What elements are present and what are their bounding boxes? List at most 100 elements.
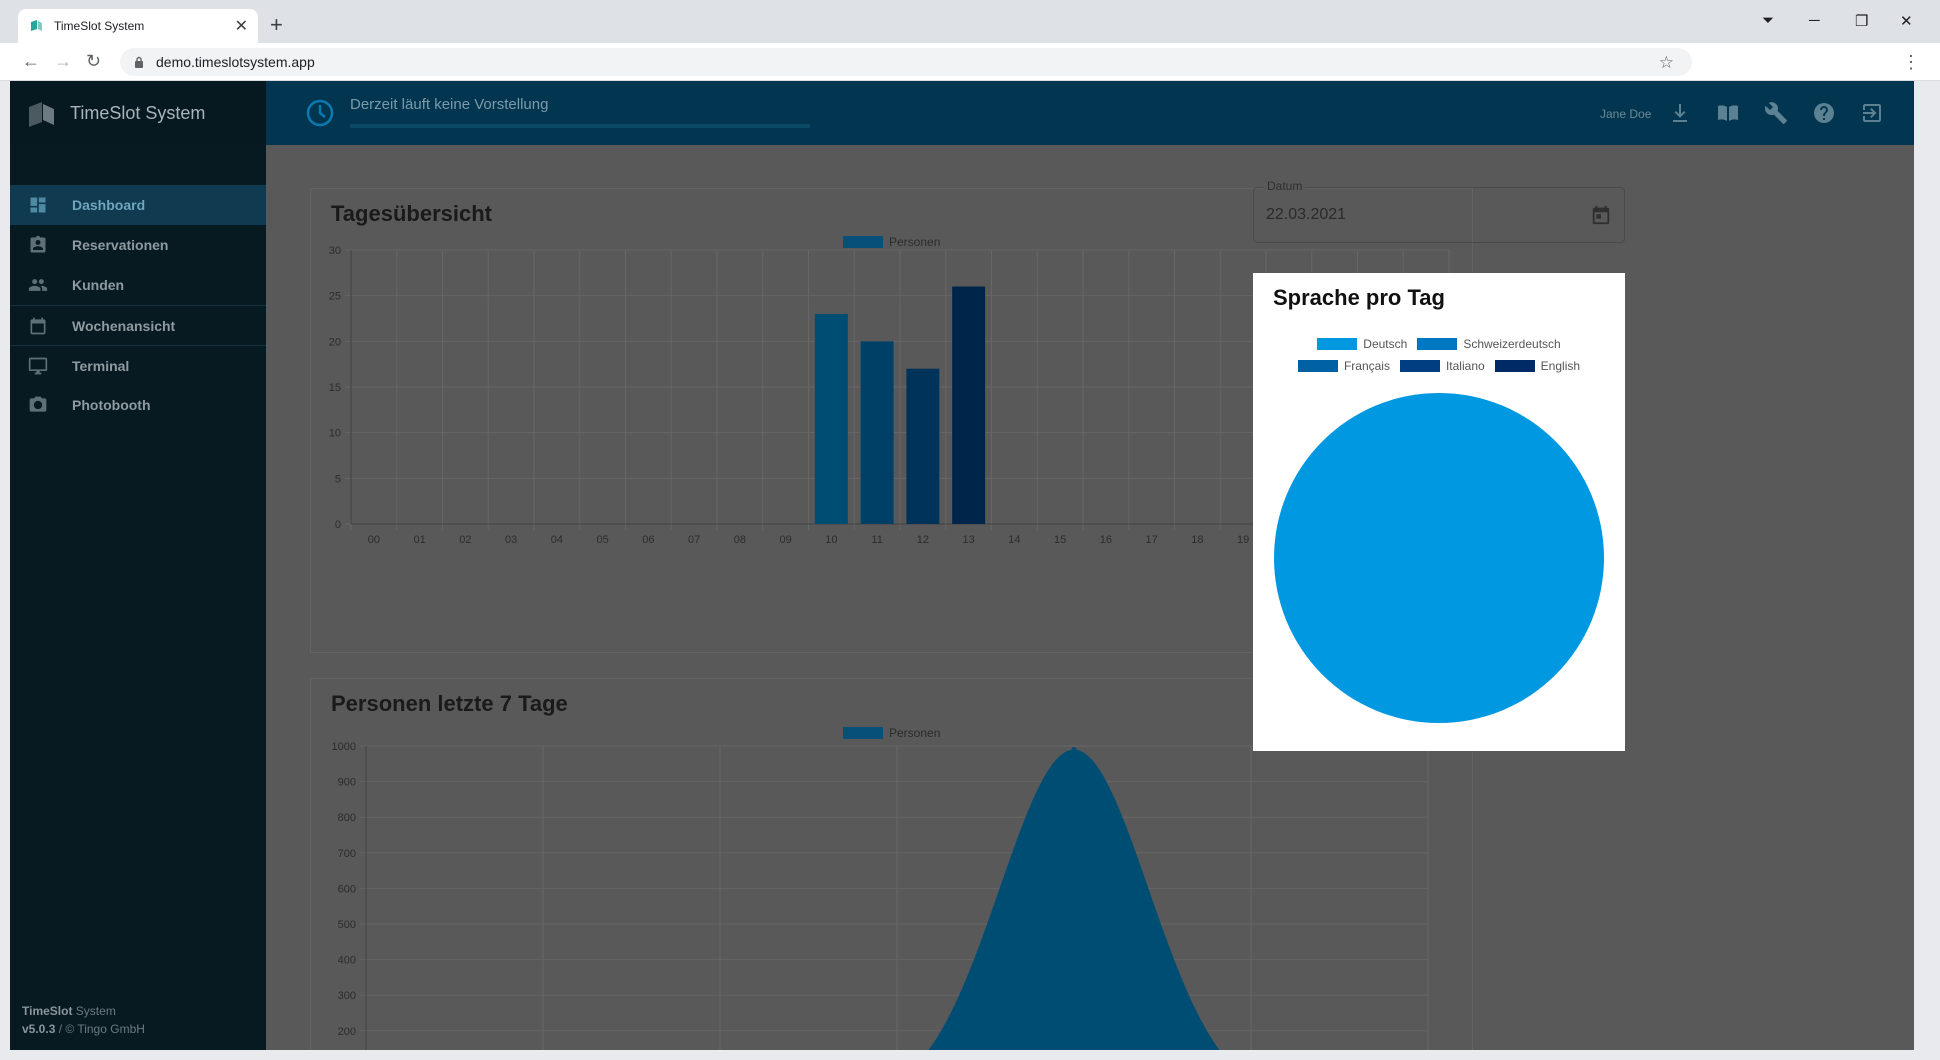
- reload-icon[interactable]: ↻: [86, 51, 101, 72]
- profile-menu-icon[interactable]: ⏷: [1762, 12, 1774, 29]
- y-tick-label: 600: [338, 883, 356, 895]
- book-icon[interactable]: [1716, 101, 1740, 125]
- monitor-icon: [28, 356, 48, 376]
- x-tick-label: 09: [780, 534, 792, 546]
- lock-icon: [135, 56, 143, 68]
- timeslot-favicon-icon: [31, 20, 42, 31]
- y-tick-label: 700: [338, 848, 356, 860]
- x-tick-label: 02: [459, 534, 471, 546]
- sidebar-item-label: Reservationen: [72, 237, 169, 253]
- bar-13: [952, 286, 986, 524]
- y-tick-label: 200: [338, 1026, 356, 1038]
- close-window-icon[interactable]: ✕: [1900, 12, 1913, 30]
- bookmark-star-icon[interactable]: ☆: [1659, 53, 1674, 73]
- footer-brand-bold: TimeSlot: [22, 1004, 73, 1018]
- address-bar[interactable]: demo.timeslotsystem.app ☆: [120, 48, 1692, 76]
- footer-version: v5.0.3: [22, 1022, 56, 1036]
- tab-title: TimeSlot System: [54, 19, 145, 33]
- back-icon[interactable]: ←: [22, 51, 40, 72]
- user-name[interactable]: Jane Doe: [1600, 107, 1651, 121]
- app-viewport: TimeSlot System Dashboard Reservationen Ku…: [10, 81, 1914, 1050]
- x-tick-label: 00: [368, 534, 380, 546]
- camera-icon: [28, 395, 48, 415]
- x-tick-label: 15: [1054, 534, 1066, 546]
- x-tick-label: 12: [917, 534, 929, 546]
- reservation-badge-icon: [28, 235, 48, 255]
- x-tick-label: 18: [1191, 534, 1203, 546]
- performance-status: Derzeit läuft keine Vorstellung: [350, 96, 549, 113]
- brand-name: TimeSlot System: [70, 102, 206, 123]
- x-tick-label: 03: [505, 534, 517, 546]
- x-tick-label: 14: [1008, 534, 1020, 546]
- peak-point: [1071, 747, 1077, 753]
- sidebar-nav: Dashboard Reservationen Kunden Wochenansich…: [10, 185, 266, 425]
- sidebar-footer: TimeSlot System v5.0.3 / © Tingo GmbH: [22, 1002, 145, 1038]
- help-icon[interactable]: [1812, 101, 1836, 125]
- y-tick-label: 800: [338, 812, 356, 824]
- bar-10: [814, 313, 848, 524]
- calendar-icon: [28, 316, 48, 336]
- minimize-icon[interactable]: ─: [1809, 12, 1820, 29]
- y-tick-label: 500: [338, 919, 356, 931]
- footer-brand-rest: System: [72, 1004, 116, 1018]
- wrench-icon[interactable]: [1764, 101, 1788, 125]
- x-tick-label: 06: [642, 534, 654, 546]
- download-icon[interactable]: [1668, 101, 1692, 125]
- x-tick-label: 16: [1100, 534, 1112, 546]
- performance-progress: [350, 124, 810, 128]
- x-tick-label: 13: [963, 534, 975, 546]
- calendar-picker-icon[interactable]: [1590, 204, 1612, 226]
- sidebar-item-label: Wochenansicht: [72, 317, 176, 334]
- brand[interactable]: TimeSlot System: [10, 81, 266, 145]
- date-field-label: Datum: [1264, 179, 1306, 193]
- browser-tab[interactable]: TimeSlot System ✕: [18, 9, 258, 43]
- sidebar-item-dashboard[interactable]: Dashboard: [10, 185, 266, 225]
- x-tick-label: 10: [825, 534, 837, 546]
- x-tick-label: 05: [597, 534, 609, 546]
- bar-11: [860, 341, 894, 524]
- y-tick-label: 0: [335, 519, 341, 531]
- restore-icon[interactable]: ❐: [1855, 12, 1868, 30]
- people-icon: [28, 275, 48, 295]
- sidebar-item-kunden[interactable]: Kunden: [10, 265, 266, 305]
- y-tick-label: 900: [338, 777, 356, 789]
- y-tick-label: 30: [329, 245, 341, 257]
- bar-12: [906, 368, 940, 524]
- browser-tabstrip: TimeSlot System ✕ + ⏷ ─ ❐ ✕: [0, 0, 1940, 43]
- x-tick-label: 08: [734, 534, 746, 546]
- language-pie-chart: [1274, 393, 1604, 723]
- sidebar-item-label: Photobooth: [72, 397, 151, 413]
- logout-icon[interactable]: [1860, 101, 1884, 125]
- x-tick-label: 17: [1146, 534, 1158, 546]
- sidebar-item-wochenansicht[interactable]: Wochenansicht: [10, 305, 266, 345]
- x-tick-label: 07: [688, 534, 700, 546]
- footer-copyright: / © Tingo GmbH: [55, 1022, 145, 1036]
- sidebar-item-terminal[interactable]: Terminal: [10, 345, 266, 385]
- browser-menu-icon[interactable]: ⋮: [1902, 52, 1920, 73]
- x-tick-label: 11: [871, 534, 882, 546]
- y-tick-label: 5: [335, 473, 341, 485]
- sidebar-item-label: Terminal: [72, 357, 130, 374]
- y-tick-label: 1000: [332, 741, 356, 753]
- url-text: demo.timeslotsystem.app: [156, 54, 315, 70]
- forward-icon[interactable]: →: [54, 51, 72, 72]
- date-field[interactable]: Datum 22.03.2021: [1253, 179, 1625, 243]
- sidebar-item-photobooth[interactable]: Photobooth: [10, 385, 266, 425]
- sidebar: TimeSlot System Dashboard Reservationen Ku…: [10, 81, 266, 1050]
- language-per-day-card: Sprache pro Tag Deutsch Schweizerdeutsch …: [1253, 273, 1625, 751]
- pie-slice-deutsch: [1274, 393, 1604, 723]
- y-tick-label: 10: [329, 428, 341, 440]
- x-tick-label: 01: [414, 534, 426, 546]
- new-tab-icon[interactable]: +: [270, 12, 283, 38]
- timeslot-logo-icon: [29, 102, 54, 127]
- y-tick-label: 25: [329, 291, 341, 303]
- close-tab-icon[interactable]: ✕: [235, 16, 248, 36]
- sidebar-item-label: Dashboard: [72, 197, 146, 213]
- browser-toolbar: ← → ↻ demo.timeslotsystem.app ☆ ⋮: [0, 43, 1940, 81]
- date-field-value: 22.03.2021: [1266, 206, 1347, 223]
- y-tick-label: 400: [338, 955, 356, 967]
- top-bar: Derzeit läuft keine Vorstellung Jane Doe: [266, 81, 1914, 145]
- x-tick-label: 04: [551, 534, 563, 546]
- sidebar-item-reservationen[interactable]: Reservationen: [10, 225, 266, 265]
- y-tick-label: 300: [338, 990, 356, 1002]
